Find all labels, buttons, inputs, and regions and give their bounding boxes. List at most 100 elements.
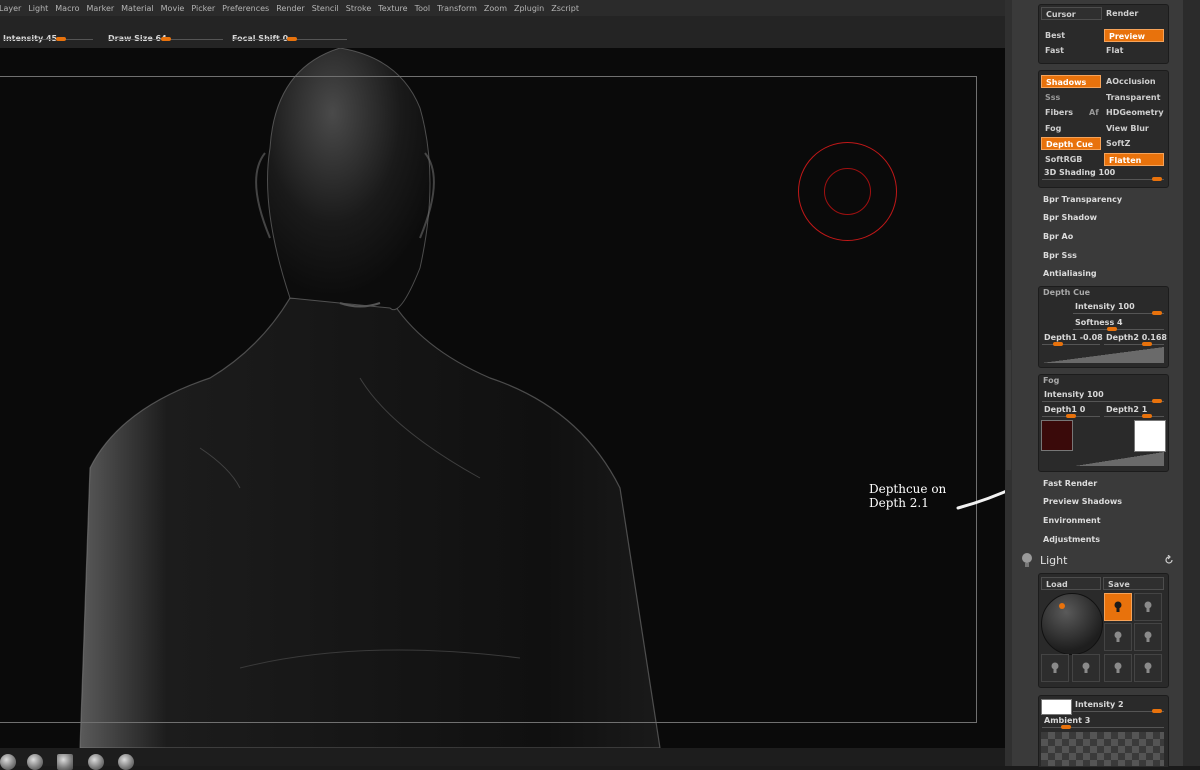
light-load-button[interactable]: Load	[1041, 577, 1101, 590]
fog-depth2-thumb[interactable]	[1142, 414, 1152, 418]
light-position-handle[interactable]	[1059, 603, 1065, 609]
menu-item-transform[interactable]: Transform	[435, 4, 482, 13]
menu-item-stencil[interactable]: Stencil	[310, 4, 344, 13]
brush-cursor-inner	[824, 168, 871, 215]
menu-item-movie[interactable]: Movie	[159, 4, 190, 13]
menu-item-material[interactable]: Material	[119, 4, 159, 13]
menu-item-layer[interactable]: Layer	[0, 4, 26, 13]
light-slot-8[interactable]	[1134, 654, 1162, 682]
bpr-sss-menu[interactable]: Bpr Sss	[1043, 251, 1077, 260]
bpr-transparency-menu[interactable]: Bpr Transparency	[1043, 195, 1122, 204]
fog-intensity-label: Intensity 100	[1044, 390, 1104, 399]
light-ambient-thumb[interactable]	[1061, 725, 1071, 729]
light-palette-title[interactable]: Light	[1040, 554, 1067, 567]
fog-intensity-thumb[interactable]	[1152, 399, 1162, 403]
light-slot-4[interactable]	[1134, 623, 1162, 651]
tray-divider[interactable]	[1005, 0, 1012, 766]
fog-color-1-swatch[interactable]	[1041, 420, 1073, 451]
shadows-button[interactable]: Shadows	[1041, 75, 1101, 88]
light-bulb-icon	[1114, 662, 1122, 673]
light-color-swatch[interactable]	[1041, 699, 1072, 715]
menu-bar: Layer Light Macro Marker Material Movie Picker…	[0, 0, 1012, 16]
light-slot-1[interactable]	[1104, 593, 1132, 621]
menu-item-zplugin[interactable]: Zplugin	[512, 4, 549, 13]
draw-size-slider[interactable]: Draw Size 64	[108, 26, 223, 46]
light-save-button[interactable]: Save	[1103, 577, 1164, 590]
cube-icon[interactable]	[57, 754, 73, 770]
depth-cue-depth1-thumb[interactable]	[1053, 342, 1063, 346]
depth-cue-depth2-thumb[interactable]	[1142, 342, 1152, 346]
light-slot-5[interactable]	[1041, 654, 1069, 682]
menu-item-preferences[interactable]: Preferences	[220, 4, 274, 13]
3d-shading-thumb[interactable]	[1152, 177, 1162, 181]
depth-cue-button[interactable]: Depth Cue	[1041, 137, 1101, 150]
intensity-slider[interactable]: Intensity 45	[3, 26, 93, 46]
depth-cue-intensity-track	[1073, 313, 1164, 314]
focal-shift-slider-thumb[interactable]	[287, 37, 297, 41]
swirl-icon[interactable]	[118, 754, 134, 770]
best-button[interactable]: Best	[1041, 29, 1102, 42]
light-bulb-icon	[1114, 631, 1122, 642]
reset-icon[interactable]	[1164, 555, 1174, 565]
fog-depth1-thumb[interactable]	[1066, 414, 1076, 418]
softrgb-button[interactable]: SoftRGB	[1041, 153, 1101, 166]
draw-size-slider-thumb[interactable]	[161, 37, 171, 41]
view-blur-button[interactable]: View Blur	[1102, 122, 1164, 135]
light-slot-6[interactable]	[1072, 654, 1100, 682]
menu-item-texture[interactable]: Texture	[376, 4, 412, 13]
light-bulb-icon	[1144, 662, 1152, 673]
antialiasing-menu[interactable]: Antialiasing	[1043, 269, 1097, 278]
menu-item-light[interactable]: Light	[26, 4, 53, 13]
softz-button[interactable]: SoftZ	[1102, 137, 1164, 150]
tray-scrollbar[interactable]	[1183, 0, 1200, 766]
cursor-button[interactable]: Cursor	[1041, 7, 1102, 20]
brush-sphere-icon[interactable]	[0, 754, 16, 770]
fast-button[interactable]: Fast	[1041, 44, 1102, 57]
flatten-button[interactable]: Flatten	[1104, 153, 1164, 166]
af-button[interactable]: Af	[1087, 106, 1103, 119]
menu-item-zoom[interactable]: Zoom	[482, 4, 512, 13]
tray-divider-handle[interactable]	[1006, 350, 1011, 470]
brush-sphere-icon[interactable]	[27, 754, 43, 770]
depth-cue-intensity-thumb[interactable]	[1152, 311, 1162, 315]
hdgeometry-button[interactable]: HDGeometry	[1102, 106, 1164, 119]
depth-cue-softness-thumb[interactable]	[1107, 327, 1117, 331]
preview-shadows-menu[interactable]: Preview Shadows	[1043, 497, 1122, 506]
preview-button[interactable]: Preview	[1104, 29, 1164, 42]
bpr-shadow-menu[interactable]: Bpr Shadow	[1043, 213, 1097, 222]
menu-item-tool[interactable]: Tool	[413, 4, 436, 13]
light-shadow-preview[interactable]	[1041, 732, 1164, 766]
depth-cue-depth1-label: Depth1 -0.08	[1044, 333, 1103, 342]
sss-button[interactable]: Sss	[1041, 91, 1101, 104]
light-slot-2[interactable]	[1134, 593, 1162, 621]
focal-shift-slider[interactable]: Focal Shift 0	[232, 26, 347, 46]
menu-item-zscript[interactable]: Zscript	[549, 4, 584, 13]
fog-color-2-swatch[interactable]	[1134, 420, 1166, 452]
intensity-slider-thumb[interactable]	[56, 37, 66, 41]
document-canvas[interactable]: Depthcue on Depth 2.1	[0, 48, 1039, 748]
light-slot-3[interactable]	[1104, 623, 1132, 651]
light-intensity-thumb[interactable]	[1152, 709, 1162, 713]
menu-item-render[interactable]: Render	[274, 4, 309, 13]
fibers-button[interactable]: Fibers	[1041, 106, 1087, 119]
render-button[interactable]: Render	[1102, 7, 1164, 20]
fog-curve[interactable]	[1075, 452, 1164, 466]
menu-item-picker[interactable]: Picker	[189, 4, 220, 13]
menu-item-marker[interactable]: Marker	[85, 4, 120, 13]
depth-cue-curve[interactable]	[1042, 347, 1164, 363]
environment-menu[interactable]: Environment	[1043, 516, 1101, 525]
menu-item-stroke[interactable]: Stroke	[344, 4, 377, 13]
fast-render-menu[interactable]: Fast Render	[1043, 479, 1097, 488]
fog-button[interactable]: Fog	[1041, 122, 1101, 135]
light-slot-7[interactable]	[1104, 654, 1132, 682]
light-position-sphere[interactable]	[1041, 593, 1103, 655]
menu-item-macro[interactable]: Macro	[53, 4, 84, 13]
depth-cue-depth2-track	[1104, 344, 1164, 345]
flat-button[interactable]: Flat	[1102, 44, 1164, 57]
transparent-button[interactable]: Transparent	[1102, 91, 1164, 104]
bpr-ao-menu[interactable]: Bpr Ao	[1043, 232, 1073, 241]
adjustments-menu[interactable]: Adjustments	[1043, 535, 1100, 544]
light-bulb-icon	[1114, 601, 1122, 612]
aocclusion-button[interactable]: AOcclusion	[1102, 75, 1164, 88]
grid-sphere-icon[interactable]	[88, 754, 104, 770]
